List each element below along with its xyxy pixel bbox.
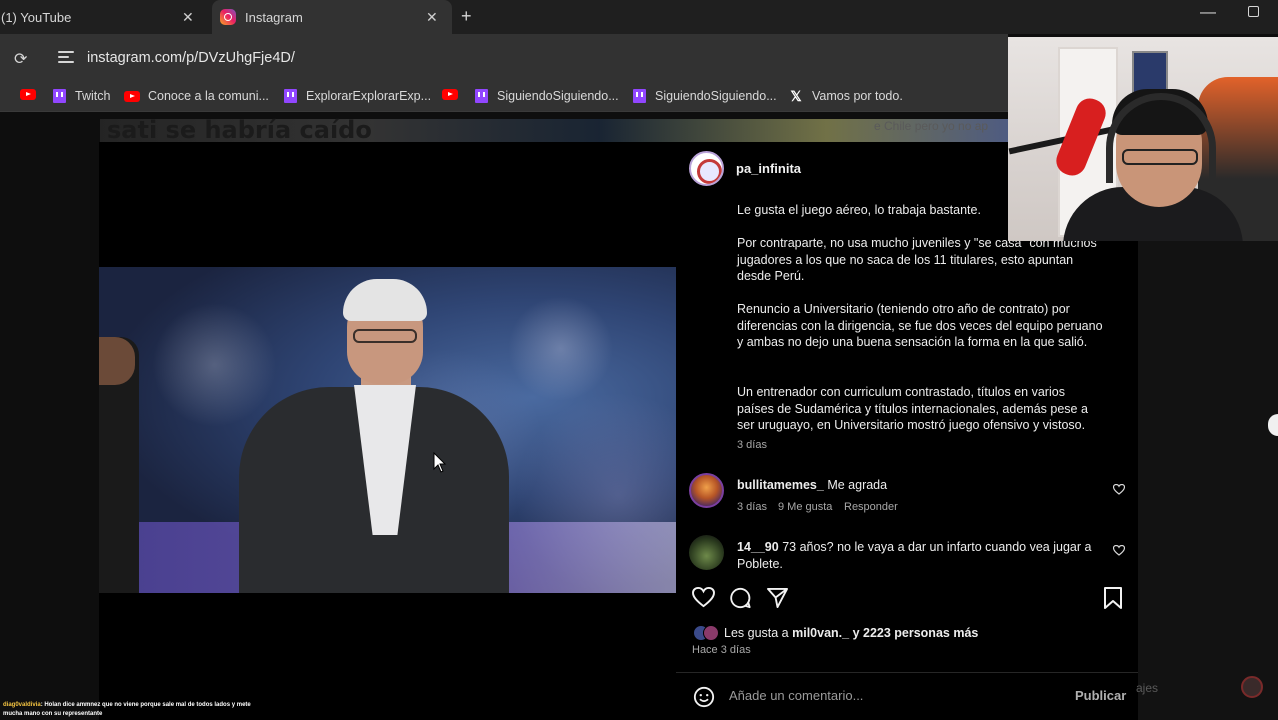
tab-label: Instagram — [245, 9, 303, 25]
twitch-icon — [284, 89, 297, 103]
messages-avatar-icon[interactable] — [1241, 676, 1263, 698]
author-avatar[interactable] — [689, 151, 724, 186]
page-side-background — [1138, 240, 1278, 720]
browser-tab-bar: (1) YouTube ✕ Instagram ✕ + — — [0, 0, 1278, 34]
bookmark-youtube-2[interactable] — [442, 89, 466, 100]
comment-like-heart-icon[interactable] — [1113, 545, 1125, 556]
likes-prefix: Les gusta a — [724, 626, 793, 640]
youtube-icon — [442, 89, 458, 100]
reply-button[interactable]: Responder — [844, 501, 898, 513]
comment-username[interactable]: bullitamemes_ — [737, 478, 824, 492]
comment-input[interactable] — [729, 688, 1059, 703]
comment-text: Me agrada — [827, 478, 888, 492]
bookmark-label: SiguiendoSiguiendo... — [655, 89, 777, 103]
bookmark-label: Twitch — [75, 89, 111, 103]
caption-time: 3 días — [737, 439, 767, 451]
likes-user[interactable]: mil0van._ — [792, 626, 849, 640]
twitch-icon — [53, 89, 66, 103]
bookmark-twitch[interactable]: Twitch — [53, 89, 110, 103]
bookmark-youtube[interactable] — [20, 89, 44, 100]
caption-paragraph: Por contraparte, no usa mucho juveniles … — [737, 236, 1097, 283]
chat-username: diag0valdivia — [3, 702, 41, 708]
background-headline: sati se habría caído — [107, 116, 372, 144]
minimize-button[interactable]: — — [1200, 4, 1216, 22]
comment-username[interactable]: 14__90 — [737, 540, 779, 554]
site-info-icon[interactable] — [58, 51, 74, 63]
bookmark-x[interactable]: 𝕏 Vamos por todo. — [789, 88, 903, 104]
twitch-icon — [475, 89, 488, 103]
youtube-icon — [20, 89, 36, 100]
youtube-icon — [124, 90, 140, 102]
bookmark-label: ExplorarExplorarExp... — [306, 89, 432, 103]
publish-button[interactable]: Publicar — [1075, 688, 1126, 703]
likes-summary[interactable]: Les gusta a mil0van._ y 2223 personas má… — [693, 625, 978, 641]
tab-instagram[interactable]: Instagram ✕ — [212, 0, 452, 34]
webcam-overlay — [1008, 37, 1278, 241]
post-photo[interactable] — [99, 267, 676, 593]
comment-bubble-icon[interactable] — [729, 587, 752, 609]
comment-likes[interactable]: 9 Me gusta — [778, 501, 832, 513]
caption-paragraph: Renuncio a Universitario (teniendo otro … — [737, 302, 1103, 349]
tab-label: (1) YouTube — [1, 9, 72, 25]
x-icon: 𝕏 — [790, 88, 802, 104]
stream-chat-message: diag0valdivia: Holan dice ammnez que no … — [3, 701, 263, 719]
bookmark-siguiendo-1[interactable]: SiguiendoSiguiendo... — [475, 89, 619, 103]
tab-youtube[interactable]: (1) YouTube ✕ — [0, 0, 205, 34]
instagram-icon — [220, 9, 236, 25]
liker-avatar — [703, 625, 719, 641]
background-snippet: e Chile pero yo no ap — [874, 119, 989, 133]
bookmark-label: SiguiendoSiguiendo... — [497, 89, 619, 103]
new-tab-button[interactable]: + — [461, 6, 472, 27]
bookmark-label: Vamos por todo. — [812, 89, 903, 103]
bookmark-conoce[interactable]: Conoce a la comuni... — [124, 89, 269, 103]
restore-button[interactable] — [1248, 6, 1259, 17]
address-bar: ⟳ instagram.com/p/DVzUhgFje4D/ — [0, 34, 1008, 82]
caption-paragraph: Un entrenador con curriculum contrastado… — [737, 385, 1088, 432]
reload-icon[interactable]: ⟳ — [14, 49, 27, 69]
messages-label[interactable]: ajes — [1136, 681, 1158, 695]
share-send-icon[interactable] — [766, 587, 789, 608]
bookmark-siguiendo-2[interactable]: SiguiendoSiguiendo... — [633, 89, 777, 103]
mouse-cursor-icon — [433, 452, 447, 473]
twitch-icon — [633, 89, 646, 103]
comment-text: 73 años? no le vaya a dar un infarto cua… — [737, 540, 1092, 571]
like-heart-icon[interactable] — [692, 587, 715, 608]
bookmark-explorar[interactable]: ExplorarExplorarExp... — [284, 89, 431, 103]
emoji-icon[interactable] — [693, 686, 715, 708]
bookmark-label: Conoce a la comuni... — [148, 89, 269, 103]
url-field[interactable]: instagram.com/p/DVzUhgFje4D/ — [87, 50, 295, 66]
likes-count[interactable]: y 2223 personas más — [849, 626, 979, 640]
save-bookmark-icon[interactable] — [1103, 587, 1123, 609]
post-time: Hace 3 días — [692, 644, 751, 656]
author-username[interactable]: pa_infinita — [736, 161, 801, 176]
comment-time: 3 días — [737, 501, 767, 513]
chat-text: : Holan dice ammnez que no viene porque … — [3, 702, 251, 717]
commenter-avatar[interactable] — [689, 535, 724, 570]
comment: bullitamemes_ Me agrada — [737, 477, 1097, 494]
comment-like-heart-icon[interactable] — [1113, 484, 1125, 495]
comment: 14__90 73 años? no le vaya a dar un infa… — [737, 539, 1097, 572]
commenter-avatar[interactable] — [689, 473, 724, 508]
bookmarks-bar: Twitch Conoce a la comuni... ExplorarExp… — [0, 82, 1008, 112]
close-tab-icon[interactable]: ✕ — [182, 9, 194, 26]
close-tab-icon[interactable]: ✕ — [426, 9, 438, 26]
